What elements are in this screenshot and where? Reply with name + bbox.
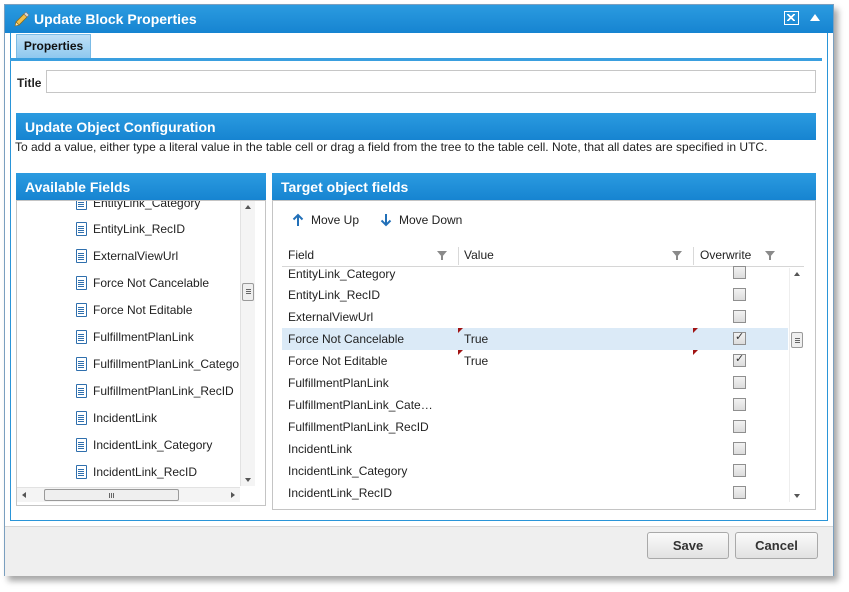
tab-underline [10, 58, 822, 61]
overwrite-checkbox[interactable] [733, 330, 746, 345]
move-up-label: Move Up [311, 213, 360, 227]
tree-item[interactable]: IncidentLink [76, 409, 157, 427]
dialog-title: Update Block Properties [34, 11, 197, 27]
table-row[interactable]: IncidentLink_RecID [282, 482, 788, 504]
overwrite-checkbox[interactable] [733, 376, 746, 389]
arrow-up-icon [292, 213, 304, 226]
filter-icon[interactable] [765, 251, 775, 260]
field-icon [76, 222, 87, 236]
field-icon [76, 249, 87, 263]
tree-item[interactable]: ExternalViewUrl [76, 247, 178, 265]
field-icon [76, 465, 87, 479]
field-icon [76, 411, 87, 425]
dirty-cell-marker [693, 350, 698, 355]
tree-horizontal-scrollbar[interactable] [17, 487, 240, 502]
collapse-up-icon[interactable] [810, 14, 820, 21]
overwrite-checkbox[interactable] [733, 266, 746, 279]
field-icon [76, 384, 87, 398]
overwrite-checkbox[interactable] [733, 310, 746, 323]
tree-item[interactable]: Force Not Editable [76, 301, 192, 319]
scroll-down-arrow-icon[interactable] [794, 494, 800, 498]
tree-vertical-scrollbar[interactable] [240, 201, 255, 486]
tree-item[interactable]: Force Not Cancelable [76, 274, 209, 292]
table-row[interactable]: ExternalViewUrl [282, 306, 788, 328]
scroll-thumb[interactable] [791, 332, 803, 348]
scroll-up-arrow-icon[interactable] [245, 205, 251, 209]
scroll-right-arrow-icon[interactable] [231, 492, 235, 498]
scroll-thumb[interactable] [44, 489, 179, 501]
table-row-selected[interactable]: Force Not Cancelable True [282, 328, 788, 350]
scroll-down-arrow-icon[interactable] [245, 478, 251, 482]
tree-item[interactable]: EntityLink_RecID [76, 220, 185, 238]
overwrite-checkbox[interactable] [733, 442, 746, 455]
table-row[interactable]: EntityLink_Category [282, 262, 788, 284]
tree-item[interactable]: IncidentLink_Category [76, 436, 212, 454]
field-icon [76, 357, 87, 371]
section-description: To add a value, either type a literal va… [15, 140, 768, 154]
tree-item[interactable]: IncidentLink_RecID [76, 463, 197, 481]
title-label: Title [17, 76, 42, 90]
move-up-button[interactable]: Move Up [292, 213, 359, 227]
table-row[interactable]: EntityLink_RecID [282, 284, 788, 306]
available-fields-heading: Available Fields [16, 173, 266, 200]
filter-icon[interactable] [672, 251, 682, 260]
filter-icon[interactable] [437, 251, 447, 260]
target-fields-heading: Target object fields [272, 173, 816, 200]
dirty-cell-marker [458, 350, 463, 355]
pencil-icon [14, 11, 30, 27]
field-icon [76, 276, 87, 290]
table-row[interactable]: FulfillmentPlanLink_RecID [282, 416, 788, 438]
arrow-down-icon [380, 214, 392, 227]
overwrite-checkbox[interactable] [733, 398, 746, 411]
scroll-up-arrow-icon[interactable] [794, 272, 800, 276]
tree-item[interactable]: FulfillmentPlanLink [76, 328, 194, 346]
tree-item[interactable]: FulfillmentPlanLink_Category [76, 355, 239, 373]
table-row[interactable]: IncidentLink_Category [282, 460, 788, 482]
overwrite-checkbox[interactable] [733, 288, 746, 301]
overwrite-checkbox[interactable] [733, 486, 746, 499]
dirty-cell-marker [693, 328, 698, 333]
cancel-button[interactable]: Cancel [735, 532, 818, 559]
save-button[interactable]: Save [647, 532, 729, 559]
field-icon [76, 201, 87, 210]
tab-properties[interactable]: Properties [16, 34, 91, 58]
maximize-icon[interactable] [784, 11, 799, 25]
scroll-thumb[interactable] [242, 283, 254, 301]
overwrite-checkbox[interactable] [733, 420, 746, 433]
overwrite-checkbox[interactable] [733, 464, 746, 477]
field-icon [76, 303, 87, 317]
available-fields-tree: EntityLink_Category EntityLink_RecID Ext… [17, 201, 239, 486]
scroll-left-arrow-icon[interactable] [22, 492, 26, 498]
title-input[interactable] [46, 70, 816, 93]
dirty-cell-marker [458, 328, 463, 333]
dialog-titlebar: Update Block Properties [5, 5, 833, 33]
field-icon [76, 330, 87, 344]
tree-item[interactable]: FulfillmentPlanLink_RecID [76, 382, 234, 400]
section-heading: Update Object Configuration [16, 113, 816, 140]
grid-vertical-scrollbar[interactable] [789, 268, 804, 502]
field-icon [76, 438, 87, 452]
overwrite-checkbox[interactable] [733, 352, 746, 367]
table-row[interactable]: FulfillmentPlanLink_Cate… [282, 394, 788, 416]
move-down-label: Move Down [399, 213, 463, 227]
table-row[interactable]: Force Not Editable True [282, 350, 788, 372]
table-row[interactable]: FulfillmentPlanLink [282, 372, 788, 394]
tree-item[interactable]: EntityLink_Category [76, 201, 200, 212]
table-row[interactable]: IncidentLink [282, 438, 788, 460]
move-down-button[interactable]: Move Down [380, 213, 462, 227]
